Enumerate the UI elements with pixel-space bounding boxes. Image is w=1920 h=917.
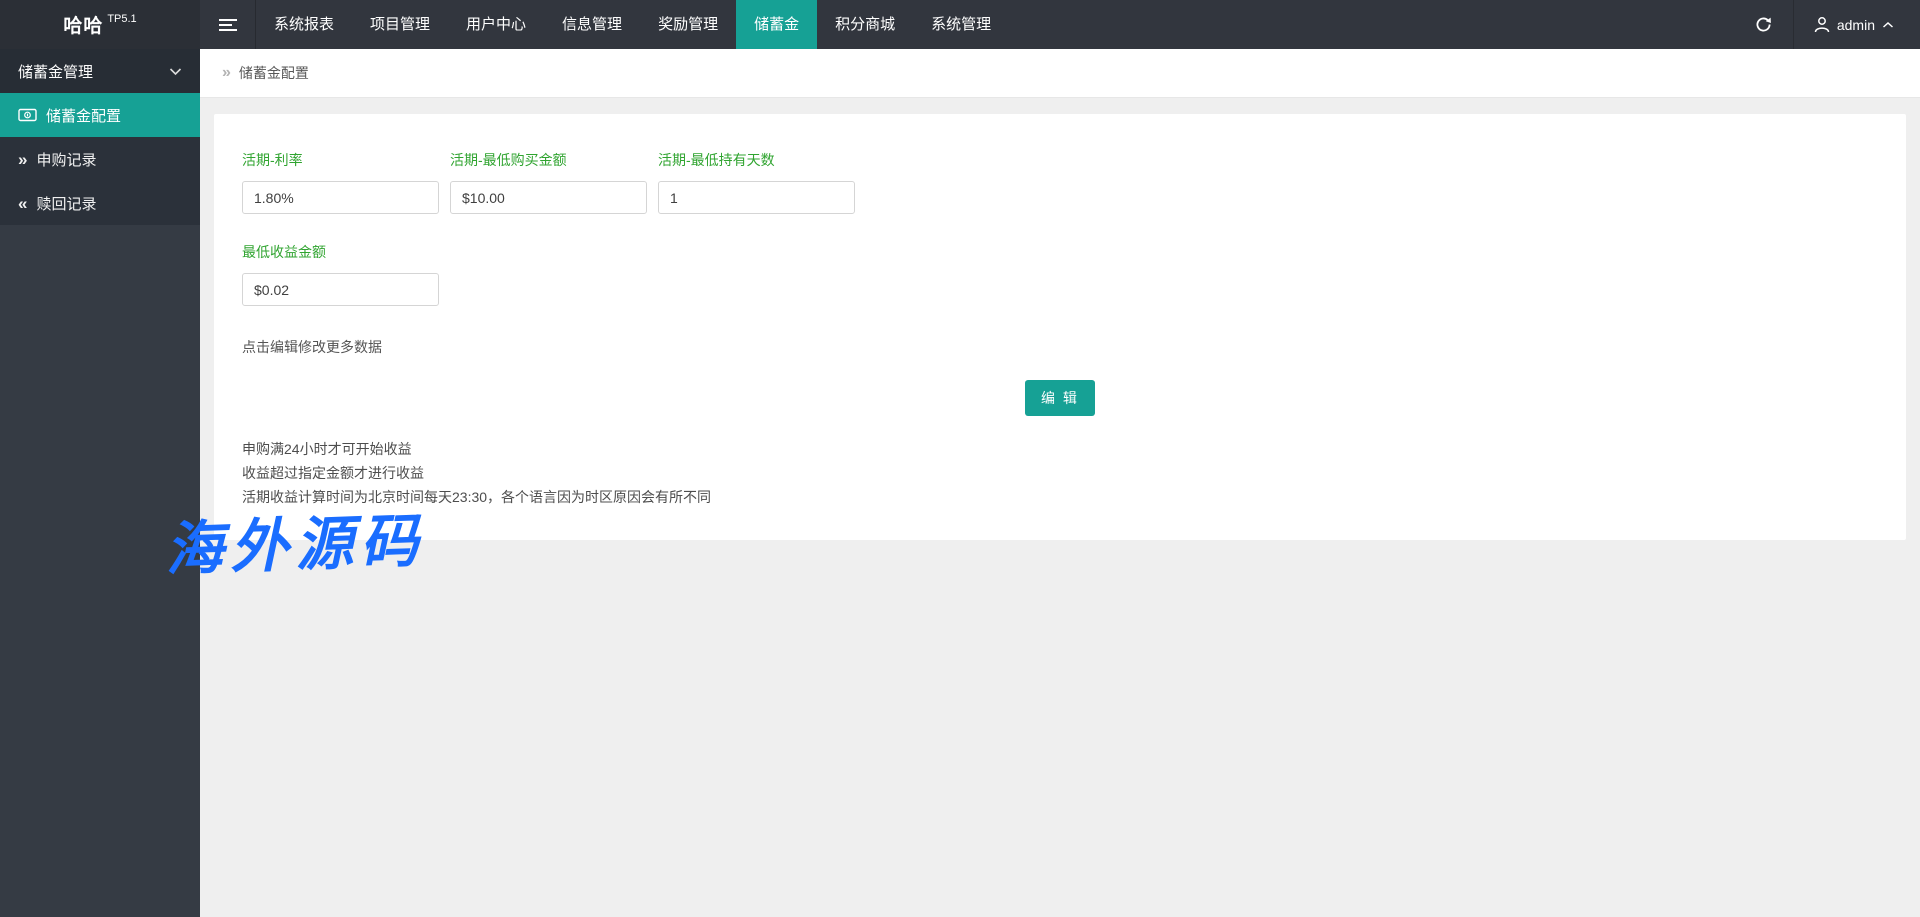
sidebar-group-savings-mgmt[interactable]: 储蓄金管理: [0, 49, 200, 93]
sidebar-item-label: 赎回记录: [36, 193, 96, 214]
main-content: » 储蓄金配置 活期-利率 活期-最低购买金额 活期-最低持有天数: [200, 49, 1920, 917]
min-purchase-amount-input[interactable]: [450, 181, 647, 214]
user-dropdown[interactable]: admin: [1793, 0, 1920, 49]
field-label: 活期-最低购买金额: [450, 150, 647, 170]
header-right-section: admin: [1735, 0, 1920, 49]
min-income-amount-input[interactable]: [242, 273, 439, 306]
app-logo[interactable]: 哈哈 TP5.1: [0, 0, 200, 49]
chevron-up-icon: [1882, 21, 1894, 29]
top-nav: 系统报表 项目管理 用户中心 信息管理 奖励管理 储蓄金 积分商城 系统管理: [256, 0, 1009, 49]
notes-section: 申购满24小时才可开始收益 收益超过指定金额才进行收益 活期收益计算时间为北京时…: [242, 437, 1878, 509]
sidebar-item-label: 申购记录: [36, 149, 96, 170]
button-row: 编 辑: [242, 380, 1878, 416]
logo-title: 哈哈: [63, 11, 103, 38]
sidebar-item-label: 储蓄金配置: [46, 105, 121, 126]
nav-tab-system-report[interactable]: 系统报表: [256, 0, 352, 49]
current-rate-input[interactable]: [242, 181, 439, 214]
edit-hint-text: 点击编辑修改更多数据: [242, 337, 1878, 357]
chevron-down-icon: [169, 67, 182, 76]
note-line: 收益超过指定金额才进行收益: [242, 461, 1878, 485]
angle-double-right-icon: »: [18, 151, 27, 168]
savings-config-card: 活期-利率 活期-最低购买金额 活期-最低持有天数 最低收益金额 点: [214, 114, 1906, 540]
field-label: 活期-利率: [242, 150, 439, 170]
sidebar-group-label: 储蓄金管理: [18, 61, 93, 82]
sidebar-toggle-button[interactable]: [200, 0, 256, 49]
min-holding-days-input[interactable]: [658, 181, 855, 214]
sidebar-menu: 储蓄金管理 储蓄金配置 » 申购记录 « 赎回记录: [0, 49, 200, 225]
breadcrumb-current-page: 储蓄金配置: [239, 63, 309, 83]
refresh-icon: [1755, 16, 1772, 33]
angle-double-left-icon: «: [18, 195, 27, 212]
nav-tab-savings[interactable]: 储蓄金: [736, 0, 817, 49]
field-min-purchase-amount: 活期-最低购买金额: [450, 150, 647, 214]
money-icon: [18, 108, 37, 122]
nav-tab-user-center[interactable]: 用户中心: [448, 0, 544, 49]
nav-tab-project-mgmt[interactable]: 项目管理: [352, 0, 448, 49]
nav-tab-reward-mgmt[interactable]: 奖励管理: [640, 0, 736, 49]
form-row-2: 最低收益金额: [242, 242, 1878, 306]
field-label: 活期-最低持有天数: [658, 150, 855, 170]
logo-version-badge: TP5.1: [107, 13, 136, 25]
user-name: admin: [1837, 17, 1875, 33]
sidebar-item-redeem-records[interactable]: « 赎回记录: [0, 181, 200, 225]
sidebar-item-savings-config[interactable]: 储蓄金配置: [0, 93, 200, 137]
sidebar-item-purchase-records[interactable]: » 申购记录: [0, 137, 200, 181]
note-line: 申购满24小时才可开始收益: [242, 437, 1878, 461]
field-min-holding-days: 活期-最低持有天数: [658, 150, 855, 214]
hamburger-icon: [218, 17, 238, 33]
sidebar: 储蓄金管理 储蓄金配置 » 申购记录 « 赎回记录: [0, 49, 200, 917]
edit-button[interactable]: 编 辑: [1025, 380, 1095, 416]
nav-tab-system-mgmt[interactable]: 系统管理: [913, 0, 1009, 49]
user-icon: [1814, 16, 1830, 33]
field-current-rate: 活期-利率: [242, 150, 439, 214]
field-label: 最低收益金额: [242, 242, 439, 262]
nav-tab-info-mgmt[interactable]: 信息管理: [544, 0, 640, 49]
refresh-button[interactable]: [1735, 0, 1793, 49]
top-header: 哈哈 TP5.1 系统报表 项目管理 用户中心 信息管理 奖励管理 储蓄金 积分…: [0, 0, 1920, 49]
breadcrumb: » 储蓄金配置: [200, 49, 1920, 98]
nav-tab-points-mall[interactable]: 积分商城: [817, 0, 913, 49]
breadcrumb-caret-icon: »: [222, 64, 231, 82]
form-row-1: 活期-利率 活期-最低购买金额 活期-最低持有天数: [242, 150, 1878, 214]
field-min-income-amount: 最低收益金额: [242, 242, 439, 306]
note-line: 活期收益计算时间为北京时间每天23:30，各个语言因为时区原因会有所不同: [242, 485, 1878, 509]
